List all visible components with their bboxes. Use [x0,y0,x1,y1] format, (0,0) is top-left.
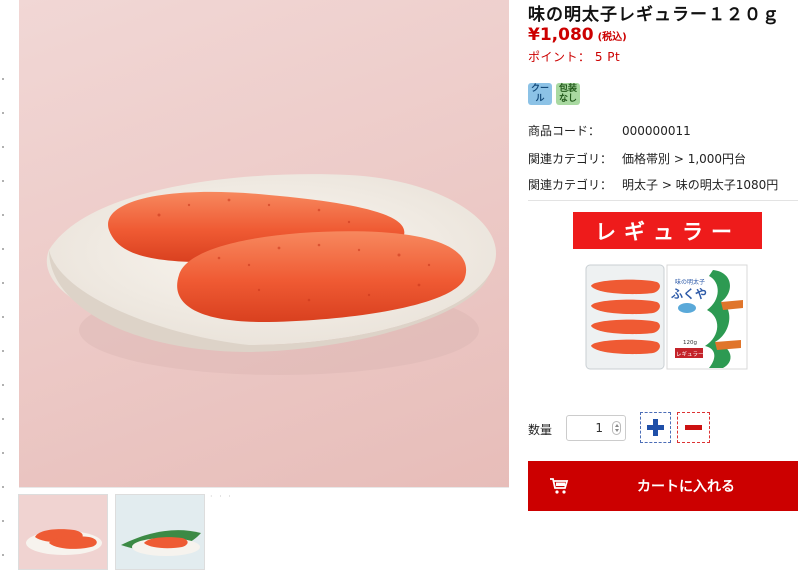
divider [528,200,798,201]
thumbnail-1[interactable] [18,494,108,570]
category-link-1[interactable]: 価格帯別 > 1,000円台 [622,152,746,166]
product-code-label: 商品コード： [528,124,601,138]
category-row-2: 関連カテゴリ： 明太子 > 味の明太子1080円 [528,176,778,193]
cart-icon [528,477,590,495]
category-label-1: 関連カテゴリ： [528,152,613,166]
points: ポイント： 5 Pt [528,50,621,64]
package-size: 120g [683,340,697,346]
package-type: レギュラー [676,351,704,358]
main-product-image [19,0,509,488]
product-price: ¥1,080 (税込) [528,25,627,45]
quantity-value: 1 [595,421,603,435]
product-code-row: 商品コード： 000000011 [528,122,691,139]
quantity-spinner[interactable] [612,421,621,435]
package-brand: ふくや [671,287,707,301]
plus-icon [647,419,664,436]
svg-text:味の明太子: 味の明太子 [675,278,705,286]
regular-banner: レギュラー [573,212,762,249]
category-label-2: 関連カテゴリ： [528,178,613,192]
package-image: 味の明太子 ふくや 120g レギュラー [583,262,752,372]
add-to-cart-label: カートに入れる [637,479,735,495]
tax-note: (税込) [597,32,627,43]
decrease-quantity-button[interactable] [677,412,710,443]
price-value: ¥1,080 [528,25,594,45]
no-wrapping-tag: 包装なし [556,83,580,105]
minus-icon [685,425,702,430]
thumbnail-2[interactable] [115,494,205,570]
product-code-value: 000000011 [622,124,691,138]
category-link-2[interactable]: 明太子 > 味の明太子1080円 [622,178,778,192]
increase-quantity-button[interactable] [640,412,671,443]
quantity-label: 数量 [528,423,553,437]
quantity-input[interactable]: 1 [566,415,626,441]
page-edge-dots [0,0,6,570]
category-row-1: 関連カテゴリ： 価格帯別 > 1,000円台 [528,150,746,167]
thumbnail-dots: · · · [210,492,233,501]
add-to-cart-button[interactable]: カートに入れる [528,461,798,511]
cool-tag: クール [528,83,552,105]
product-title: 味の明太子レギュラー１２０ｇ [528,5,780,25]
